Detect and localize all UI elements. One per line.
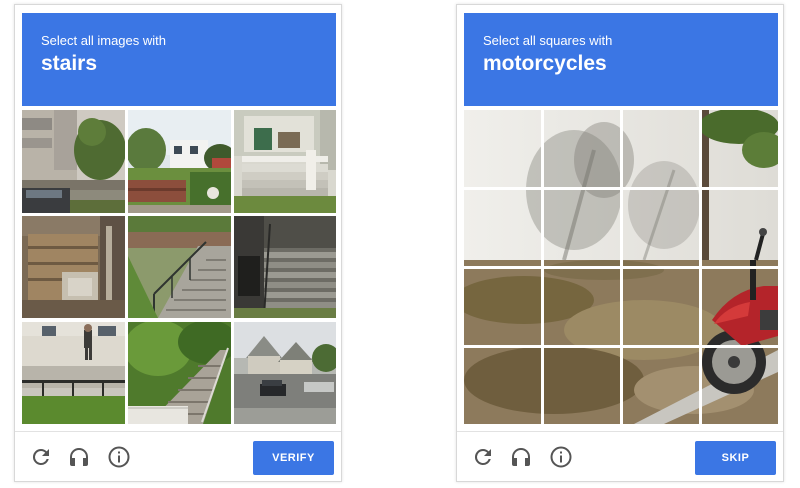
reload-icon[interactable] — [471, 445, 495, 469]
image-tile-9[interactable] — [234, 322, 336, 424]
headphones-icon[interactable] — [509, 445, 533, 469]
image-tile-1[interactable] — [22, 110, 125, 213]
headphones-icon[interactable] — [67, 445, 91, 469]
image-grid-4x4 — [464, 110, 778, 424]
captcha-motorcycles-challenge: Select all squares with motorcycles SKIP — [456, 4, 784, 482]
captcha-stairs-challenge: Select all images with stairs VERIFY — [14, 4, 342, 482]
info-icon[interactable] — [107, 445, 131, 469]
reload-icon[interactable] — [29, 445, 53, 469]
challenge-footer: VERIFY — [15, 431, 341, 483]
verify-button[interactable]: VERIFY — [253, 441, 334, 475]
street-scene-image — [464, 110, 778, 424]
image-tile-8[interactable] — [128, 322, 231, 424]
instruction-text: Select all images with — [41, 33, 166, 48]
challenge-target: stairs — [41, 52, 98, 75]
instruction-text: Select all squares with — [483, 33, 613, 48]
challenge-header: Select all squares with motorcycles — [464, 13, 778, 106]
challenge-header: Select all images with stairs — [22, 13, 336, 106]
image-tile-6[interactable] — [234, 216, 336, 318]
image-tile-7[interactable] — [22, 322, 125, 424]
challenge-target: motorcycles — [483, 52, 607, 75]
info-icon[interactable] — [549, 445, 573, 469]
skip-button[interactable]: SKIP — [695, 441, 776, 475]
image-grid-3x3 — [22, 110, 336, 424]
image-tile-3[interactable] — [234, 110, 336, 213]
challenge-footer: SKIP — [457, 431, 783, 483]
image-tile-5[interactable] — [128, 216, 231, 318]
image-tile-2[interactable] — [128, 110, 231, 213]
image-tile-4[interactable] — [22, 216, 125, 318]
